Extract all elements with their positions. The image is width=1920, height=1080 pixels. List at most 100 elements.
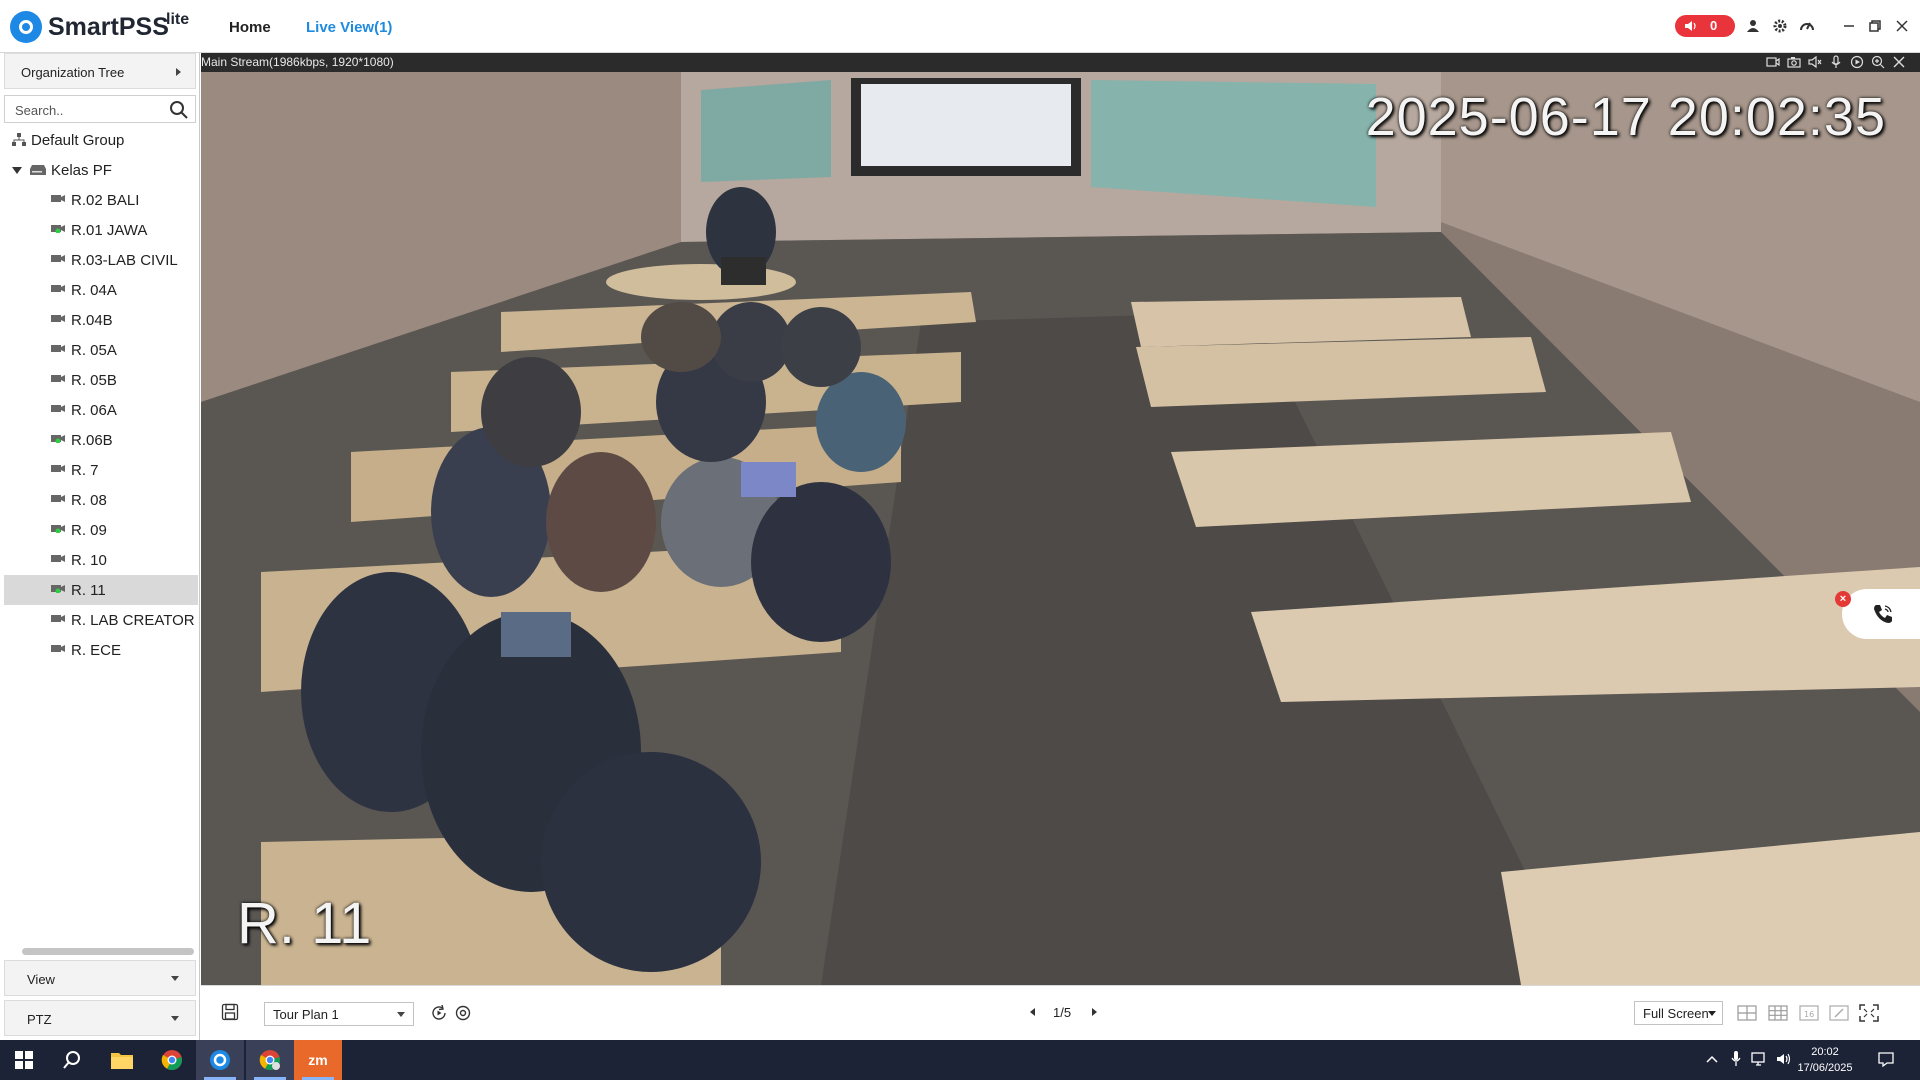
restore-icon[interactable]: [1864, 15, 1886, 37]
windows-start-icon[interactable]: [0, 1040, 48, 1080]
tree-item-r05b[interactable]: R. 05B: [4, 365, 198, 395]
stream-info: Main Stream(1986kbps, 1920*1080): [201, 55, 394, 69]
zoom-in-icon[interactable]: [1871, 55, 1885, 69]
previous-page-icon[interactable]: [1030, 1008, 1035, 1016]
stream-info-bar: Main Stream(1986kbps, 1920*1080): [201, 53, 1920, 72]
chrome-icon[interactable]: [148, 1040, 196, 1080]
camera-icon: [51, 345, 65, 352]
layout-4-split-icon[interactable]: [1736, 1003, 1758, 1023]
zoom-taskbar-icon[interactable]: zm: [294, 1040, 342, 1080]
search-icon[interactable]: [169, 100, 189, 120]
tree-item-r-lab-creator[interactable]: R. LAB CREATOR: [4, 605, 198, 635]
minimize-icon[interactable]: [1838, 15, 1860, 37]
tree-item-r11[interactable]: R. 11: [4, 575, 198, 605]
tree-item-r10[interactable]: R. 10: [4, 545, 198, 575]
tour-plan-value: Tour Plan 1: [273, 1007, 339, 1022]
chevron-down-icon: [171, 976, 179, 981]
fullscreen-icon[interactable]: [1858, 1003, 1880, 1023]
tree-item-r06b[interactable]: R.06B: [4, 425, 198, 455]
network-icon[interactable]: [1751, 1050, 1769, 1068]
tree-item-r08[interactable]: R. 08: [4, 485, 198, 515]
tree-item-r09[interactable]: R. 09: [4, 515, 198, 545]
tree-item-r01-jawa[interactable]: R.01 JAWA: [4, 215, 198, 245]
tree-item-r02-bali[interactable]: R.02 BALI: [4, 185, 198, 215]
tree-item-label: R.04B: [71, 312, 113, 329]
file-explorer-icon[interactable]: [98, 1040, 146, 1080]
search-input[interactable]: [15, 100, 165, 120]
camera-feed[interactable]: 2025-06-17 20:02:35 R. 11: [201, 72, 1920, 985]
layout-16-split-icon[interactable]: 16: [1798, 1003, 1820, 1023]
tree-item-label: R. 05B: [71, 372, 117, 389]
tree-item-label: R. LAB CREATOR: [71, 612, 195, 629]
tree-item-label: R. 10: [71, 552, 107, 569]
ptz-section-button[interactable]: PTZ: [4, 1000, 196, 1036]
tree-item-label: R.03-LAB CIVIL: [71, 252, 178, 269]
camera-icon: [51, 375, 65, 382]
tree-horizontal-scrollbar[interactable]: [22, 948, 194, 955]
close-icon[interactable]: [1891, 15, 1913, 37]
tab-live-view[interactable]: Live View(1): [306, 19, 392, 36]
audio-mute-icon[interactable]: [1808, 55, 1822, 69]
save-view-icon[interactable]: [221, 1003, 239, 1021]
camera-icon: [51, 285, 65, 292]
microphone-icon[interactable]: [1829, 55, 1843, 69]
next-page-icon[interactable]: [1092, 1008, 1097, 1016]
tree-item-r05a[interactable]: R. 05A: [4, 335, 198, 365]
tree-item-r06a[interactable]: R. 06A: [4, 395, 198, 425]
organization-tree-header[interactable]: Organization Tree: [4, 53, 196, 89]
custom-layout-edit-icon[interactable]: [1828, 1003, 1850, 1023]
tray-overflow-chevron-up-icon[interactable]: [1703, 1050, 1721, 1068]
alarm-badge[interactable]: 0: [1675, 15, 1735, 37]
tree-group-kelas-pf[interactable]: Kelas PF: [4, 155, 198, 185]
tree-item-label: R. 06A: [71, 402, 117, 419]
taskbar-clock[interactable]: 20:02 17/06/2025: [1790, 1044, 1860, 1076]
tree-root-label: Default Group: [31, 132, 125, 149]
close-window-icon[interactable]: [1892, 55, 1906, 69]
tree-item-r03-lab-civil[interactable]: R.03-LAB CIVIL: [4, 245, 198, 275]
tree-item-r7[interactable]: R. 7: [4, 455, 198, 485]
phone-call-icon: [1874, 605, 1892, 623]
nvr-device-icon: [30, 165, 46, 175]
tree-item-r04a[interactable]: R. 04A: [4, 275, 198, 305]
snapshot-camera-icon[interactable]: [1787, 55, 1801, 69]
organization-tree-title: Organization Tree: [21, 65, 125, 80]
tree-item-label: R. 04A: [71, 282, 117, 299]
speaker-icon: [1685, 21, 1696, 31]
tree-item-label: R.02 BALI: [71, 192, 140, 209]
smartpss-taskbar-icon[interactable]: [196, 1040, 244, 1080]
camera-online-icon: [51, 435, 65, 443]
taskbar-search-icon[interactable]: [48, 1040, 96, 1080]
camera-icon: [51, 555, 65, 562]
notification-center-icon[interactable]: [1877, 1050, 1895, 1068]
camera-icon: [51, 255, 65, 262]
layout-9-split-icon[interactable]: [1767, 1003, 1789, 1023]
performance-gauge-icon[interactable]: [1796, 15, 1818, 37]
video-stream-switch-icon[interactable]: [1766, 55, 1780, 69]
tree-root-default-group[interactable]: Default Group: [4, 125, 198, 155]
chrome-profile-icon[interactable]: [246, 1040, 294, 1080]
microphone-tray-icon[interactable]: [1727, 1050, 1745, 1068]
camera-icon: [51, 495, 65, 502]
user-icon[interactable]: [1742, 15, 1764, 37]
floating-call-button[interactable]: [1842, 589, 1920, 639]
tour-settings-icon[interactable]: [454, 1004, 472, 1022]
expand-down-icon[interactable]: [12, 167, 22, 174]
display-mode-select[interactable]: Full Screen: [1634, 1001, 1723, 1025]
smartpss-logo-icon: [10, 11, 42, 43]
settings-gear-icon[interactable]: [1769, 15, 1791, 37]
camera-icon: [51, 465, 65, 472]
tree-item-label: R. 09: [71, 522, 107, 539]
tab-home[interactable]: Home: [229, 19, 271, 36]
chevron-down-icon: [1708, 1011, 1716, 1016]
close-call-widget-icon[interactable]: ×: [1835, 591, 1851, 607]
tree-item-r04b[interactable]: R.04B: [4, 305, 198, 335]
app-suffix: lite: [166, 11, 190, 28]
title-bar: SmartPSS lite Home Live View(1) 0: [0, 0, 1920, 53]
tour-plan-select[interactable]: Tour Plan 1: [264, 1002, 414, 1026]
osd-timestamp: 2025-06-17 20:02:35: [1365, 87, 1886, 147]
video-window[interactable]: Main Stream(1986kbps, 1920*1080) 2025-06…: [201, 53, 1920, 985]
view-section-button[interactable]: View: [4, 960, 196, 996]
tour-start-icon[interactable]: [430, 1004, 448, 1022]
record-icon[interactable]: [1850, 55, 1864, 69]
tree-item-r-ece[interactable]: R. ECE: [4, 635, 198, 665]
